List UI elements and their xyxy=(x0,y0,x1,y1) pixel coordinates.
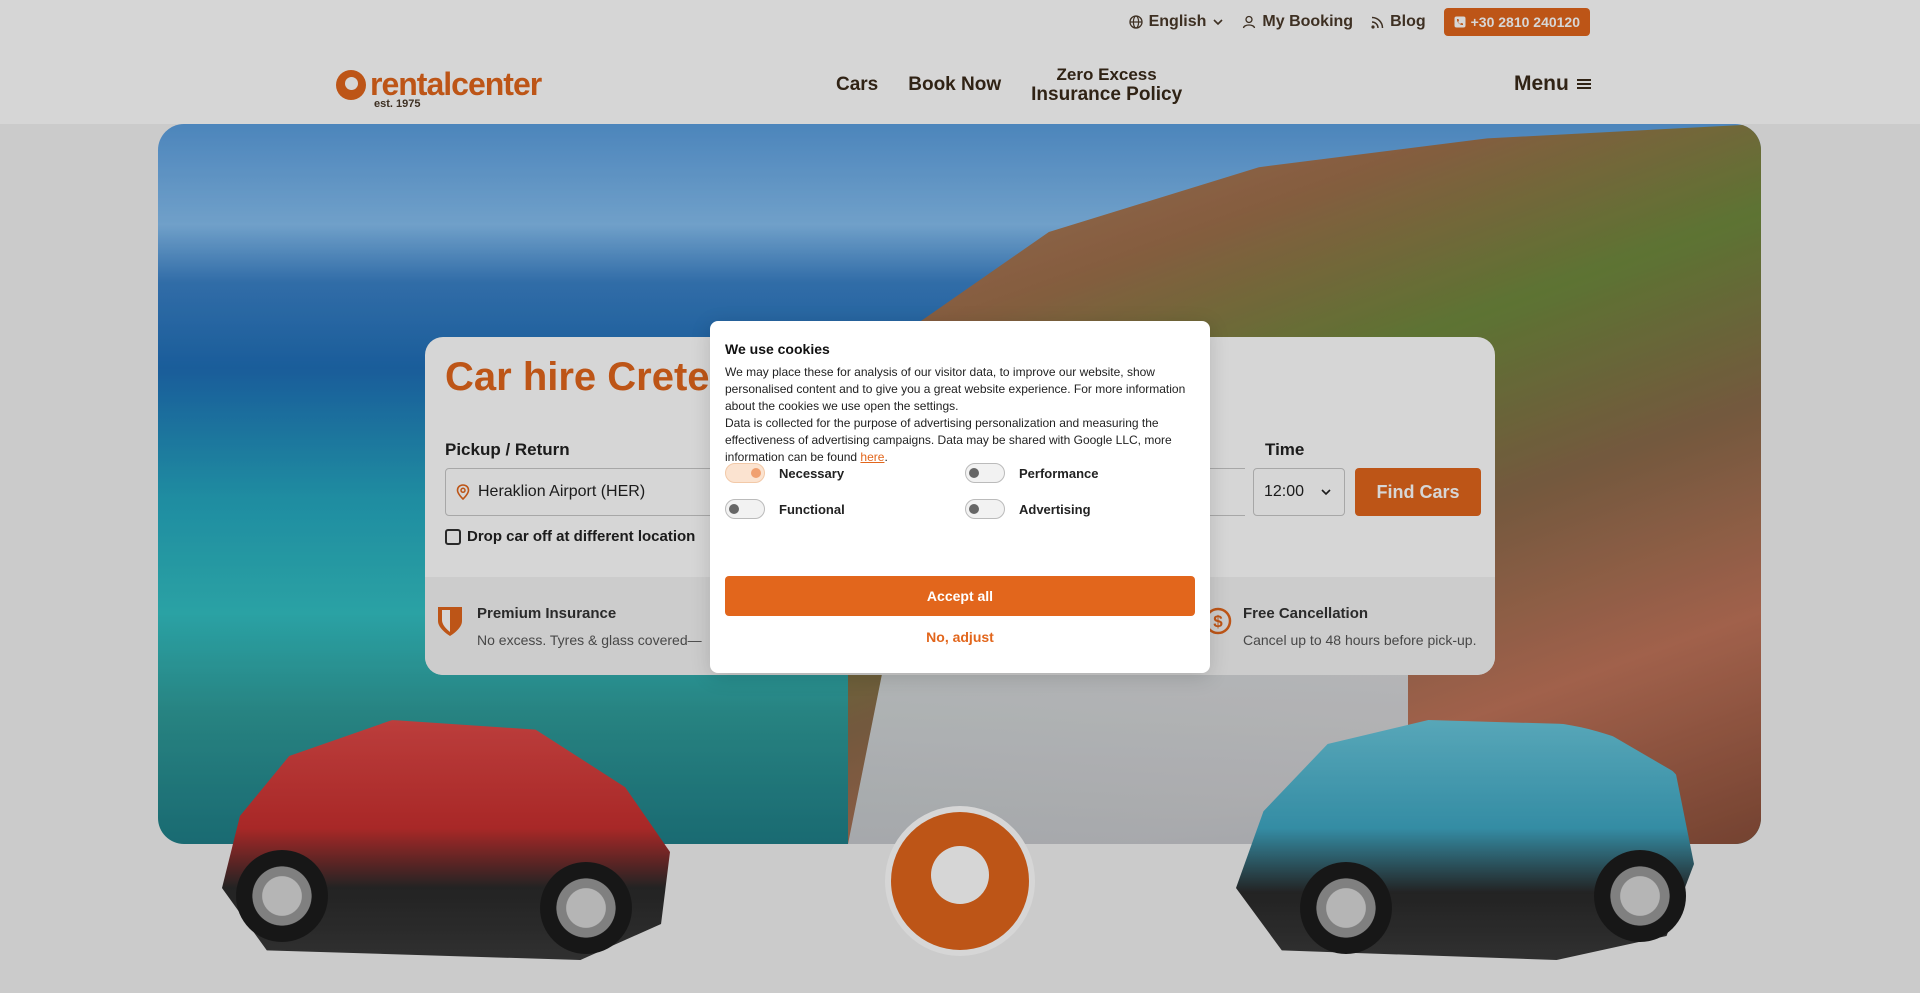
cookie-text-2: Data is collected for the purpose of adv… xyxy=(725,415,1195,466)
accept-all-button[interactable]: Accept all xyxy=(725,576,1195,616)
necessary-toggle-row: Necessary xyxy=(725,463,844,483)
cookie-more-info-link[interactable]: here xyxy=(860,450,884,464)
advertising-label: Advertising xyxy=(1019,501,1091,517)
functional-label: Functional xyxy=(779,501,845,517)
performance-label: Performance xyxy=(1019,465,1099,481)
performance-toggle[interactable] xyxy=(965,463,1005,483)
advertising-toggle-row: Advertising xyxy=(965,499,1091,519)
functional-toggle[interactable] xyxy=(725,499,765,519)
cookie-description: We may place these for analysis of our v… xyxy=(725,364,1195,466)
performance-toggle-row: Performance xyxy=(965,463,1098,483)
functional-toggle-row: Functional xyxy=(725,499,845,519)
cookie-text-1: We may place these for analysis of our v… xyxy=(725,365,1186,413)
cookie-consent-dialog: We use cookies We may place these for an… xyxy=(710,321,1210,673)
adjust-cookies-button[interactable]: No, adjust xyxy=(725,623,1195,651)
necessary-label: Necessary xyxy=(779,465,845,481)
cookie-title: We use cookies xyxy=(725,341,830,357)
necessary-toggle[interactable] xyxy=(725,463,765,483)
cookie-text-2-period: . xyxy=(884,450,888,464)
advertising-toggle[interactable] xyxy=(965,499,1005,519)
cookie-text-2-body: Data is collected for the purpose of adv… xyxy=(725,416,1172,464)
